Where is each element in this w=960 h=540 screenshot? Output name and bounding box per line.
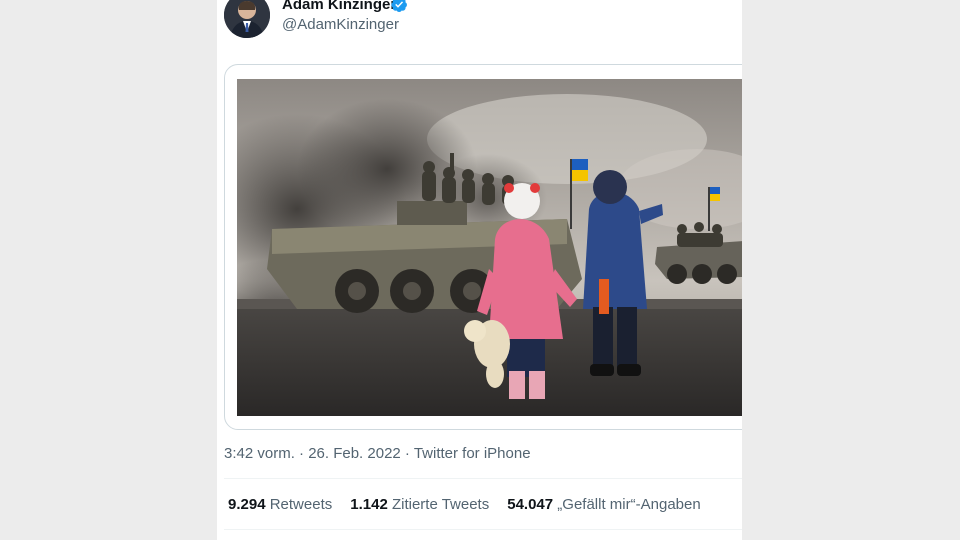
divider (224, 529, 742, 530)
tweet-media-frame[interactable] (224, 64, 742, 430)
likes-count: 54.047 (507, 496, 554, 513)
author-handle[interactable]: @AdamKinzinger (282, 16, 399, 33)
quote-tweets-count: 1.142 (350, 496, 388, 513)
retweets-count: 9.294 (228, 496, 266, 513)
quote-tweets-stat[interactable]: 1.142 Zitierte Tweets (350, 496, 489, 513)
retweets-stat[interactable]: 9.294 Retweets (228, 496, 332, 513)
likes-label: „Gefällt mir“-Angaben (557, 496, 701, 513)
divider (224, 478, 742, 479)
retweets-label: Retweets (269, 496, 333, 513)
verified-badge-icon (391, 0, 407, 13)
tweet-stats: 9.294 Retweets 1.142 Zitierte Tweets 54.… (228, 496, 701, 513)
quote-tweets-label: Zitierte Tweets (391, 496, 490, 513)
tweet-card: Adam Kinzinger @AdamKinzinger 3:42 vorm.… (217, 0, 742, 540)
tweet-photo[interactable] (237, 79, 742, 416)
likes-stat[interactable]: 54.047 „Gefällt mir“-Angaben (507, 496, 700, 513)
author-name[interactable]: Adam Kinzinger (282, 0, 396, 13)
author-avatar[interactable] (224, 0, 270, 38)
tweet-timestamp[interactable]: 3:42 vorm. · 26. Feb. 2022 · Twitter for… (224, 445, 531, 462)
